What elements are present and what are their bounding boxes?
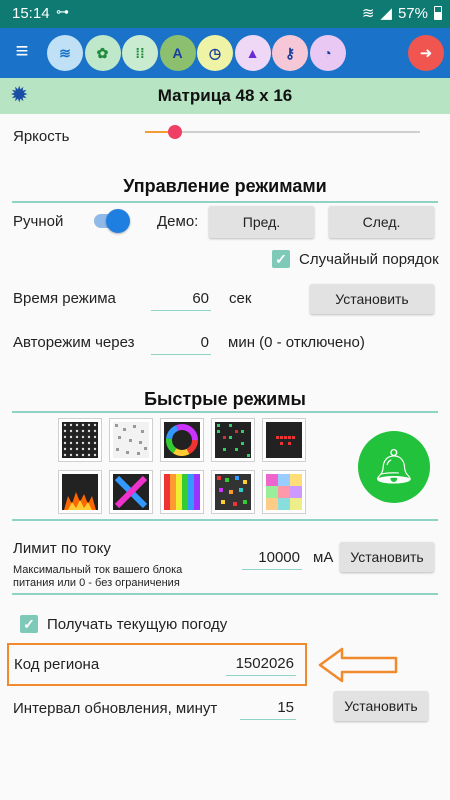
mode-button-key[interactable]: ⚷	[272, 35, 308, 71]
brightness-label: Яркость	[13, 128, 70, 145]
bell-small-icon: ▲	[245, 45, 260, 61]
demo-label: Демо:	[157, 213, 199, 230]
pointer-arrow-icon	[318, 647, 398, 683]
text-a-icon: A	[172, 45, 183, 61]
weather-label: Получать текущую погоду	[47, 616, 228, 633]
divider	[12, 593, 438, 595]
auto-mode-label: Авторежим через	[13, 334, 135, 351]
pattern-rainbow-icon	[164, 474, 200, 510]
current-limit-set-button[interactable]: Установить	[340, 542, 434, 572]
pattern-snow-icon	[113, 422, 149, 458]
mode-time-set-button[interactable]: Установить	[310, 284, 434, 314]
divider	[12, 519, 438, 521]
page-title: Матрица 48 x 16	[157, 86, 293, 105]
mode-button-text-a[interactable]: A	[159, 35, 196, 71]
divider	[12, 201, 438, 203]
grid-dots-icon: ⁞⁞	[135, 45, 145, 61]
gear-small-icon: ✿	[96, 44, 109, 61]
modes-control-heading: Управление режимами	[123, 176, 327, 196]
wifi-status-icon: ≋	[361, 5, 375, 22]
current-limit-label: Лимит по току	[13, 540, 111, 557]
quick-mode-matrix-green[interactable]	[211, 418, 255, 462]
region-code-input[interactable]: 1502026	[226, 655, 296, 676]
menu-icon[interactable]: ≡	[10, 40, 34, 64]
brightness-slider[interactable]	[145, 125, 420, 139]
signal-icon: ◢	[380, 5, 392, 22]
random-order-checkbox[interactable]: ✓	[272, 250, 290, 268]
quick-modes-heading: Быстрые режимы	[144, 389, 306, 409]
quick-mode-cross[interactable]	[109, 470, 153, 514]
pattern-confetti-icon	[215, 474, 251, 510]
quick-mode-color-wheel[interactable]	[160, 418, 204, 462]
quick-mode-grid-white[interactable]	[58, 418, 102, 462]
auto-mode-unit: мин (0 - отключено)	[228, 334, 365, 351]
pattern-fire-icon	[62, 474, 98, 510]
status-time: 15:14	[12, 5, 50, 22]
quick-modes-grid	[58, 418, 306, 514]
bell-icon: 🔔︎	[372, 448, 416, 486]
pattern-red-text-icon	[266, 422, 302, 458]
pattern-color-wheel-icon	[164, 422, 200, 458]
clock-icon: ◷	[208, 44, 222, 61]
current-limit-desc-1: Максимальный ток вашего блока	[13, 564, 183, 576]
current-limit-input[interactable]: 10000	[242, 549, 302, 570]
pattern-matrix-icon	[215, 422, 251, 458]
quick-mode-rainbow[interactable]	[160, 470, 204, 514]
mode-button-bell-small[interactable]: ▲	[234, 35, 271, 71]
alarm-bell-button[interactable]: 🔔︎	[358, 431, 430, 503]
wifi-icon: ≋	[59, 44, 71, 61]
stopwatch-icon: ◔	[323, 45, 332, 61]
mode-button-gear-small[interactable]: ✿	[84, 35, 121, 71]
key-icon: ⚷	[284, 44, 296, 61]
brightness-slider-thumb[interactable]	[168, 125, 183, 139]
update-interval-label: Интервал обновления, минут	[13, 700, 218, 717]
manual-label: Ручной	[13, 213, 64, 230]
weather-checkbox[interactable]: ✓	[20, 615, 38, 633]
current-limit-unit: мА	[313, 549, 334, 566]
region-code-label: Код региона	[14, 656, 100, 673]
manual-toggle[interactable]	[94, 209, 130, 233]
exit-button[interactable]: ➜	[408, 35, 444, 71]
pattern-cross-icon	[113, 474, 149, 510]
quick-mode-confetti[interactable]	[211, 470, 255, 514]
next-button[interactable]: След.	[329, 206, 434, 238]
update-interval-set-button[interactable]: Установить	[334, 691, 428, 721]
battery-text: 57%	[397, 4, 428, 22]
title-bar: ✹ Матрица 48 x 16	[0, 78, 450, 114]
mode-time-label: Время режима	[13, 290, 116, 307]
mode-time-unit: сек	[229, 290, 252, 307]
random-order-label: Случайный порядок	[299, 251, 439, 268]
quick-mode-pastel[interactable]	[262, 470, 306, 514]
prev-button[interactable]: Пред.	[209, 206, 314, 238]
auto-mode-input[interactable]: 0	[151, 334, 211, 355]
top-toolbar: ≡ ≋ ✿ ⁞⁞ A ◷ ▲ ⚷ ◔ ➜	[0, 28, 450, 78]
quick-mode-red-text[interactable]	[262, 418, 306, 462]
divider	[12, 411, 438, 413]
status-bar: 15:14 ⊶ ≋ ◢ 57%	[0, 0, 450, 28]
vpn-key-icon: ⊶	[56, 4, 69, 19]
pattern-grid-icon	[62, 422, 98, 458]
mode-time-input[interactable]: 60	[151, 290, 211, 311]
mode-button-wifi[interactable]: ≋	[47, 35, 83, 71]
quick-mode-snow[interactable]	[109, 418, 153, 462]
mode-button-grid-dots[interactable]: ⁞⁞	[122, 35, 158, 71]
mode-button-clock[interactable]: ◷	[197, 35, 233, 71]
update-interval-input[interactable]: 15	[240, 699, 296, 720]
battery-icon	[434, 6, 442, 20]
pattern-pastel-icon	[266, 474, 302, 510]
mode-button-stopwatch[interactable]: ◔	[309, 35, 346, 71]
current-limit-desc-2: питания или 0 - без ограничения	[13, 577, 180, 589]
quick-mode-fire[interactable]	[58, 470, 102, 514]
